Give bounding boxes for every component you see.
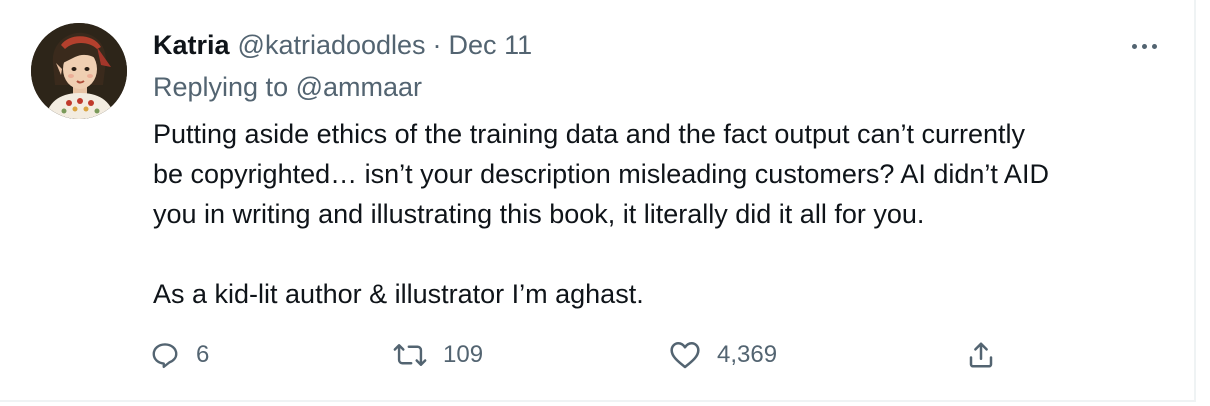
share-button[interactable] [966,335,996,375]
avatar-illustration [31,23,127,119]
reply-button[interactable]: 6 [150,335,209,375]
tweet-header: Katria @katriadoodles · Dec 11 [153,28,532,62]
more-icon [1141,43,1147,49]
tweet-text: Putting aside ethics of the training dat… [153,114,1163,314]
reply-count: 6 [196,341,210,368]
like-count: 4,369 [717,341,778,368]
separator-dot: · [432,29,442,60]
retweet-button[interactable]: 109 [393,335,483,375]
reply-icon [152,343,178,369]
more-icon [1131,43,1137,49]
tweet-date[interactable]: Dec 11 [449,30,533,61]
like-button[interactable]: 4,369 [669,335,777,375]
tweet-card[interactable]: Katria @katriadoodles · Dec 11 Replying … [0,0,1196,402]
author-handle[interactable]: @katriadoodles [238,30,426,61]
author-name[interactable]: Katria [153,30,230,61]
tweet-paragraph-2: As a kid-lit author & illustrator I’m ag… [153,279,644,309]
share-icon [969,342,993,368]
replying-to: Replying to @ammaar [153,72,422,103]
action-bar: 6 109 4,369 [150,335,1010,375]
heart-icon [670,342,700,369]
replying-to-handle[interactable]: @ammaar [296,72,422,102]
tweet-paragraph-1: Putting aside ethics of the training dat… [153,119,1049,229]
avatar[interactable] [31,23,127,119]
retweet-count: 109 [443,341,484,368]
retweet-icon [393,344,427,366]
more-icon [1151,43,1157,49]
replying-to-label: Replying to [153,72,289,102]
more-options-button[interactable] [1124,34,1164,58]
